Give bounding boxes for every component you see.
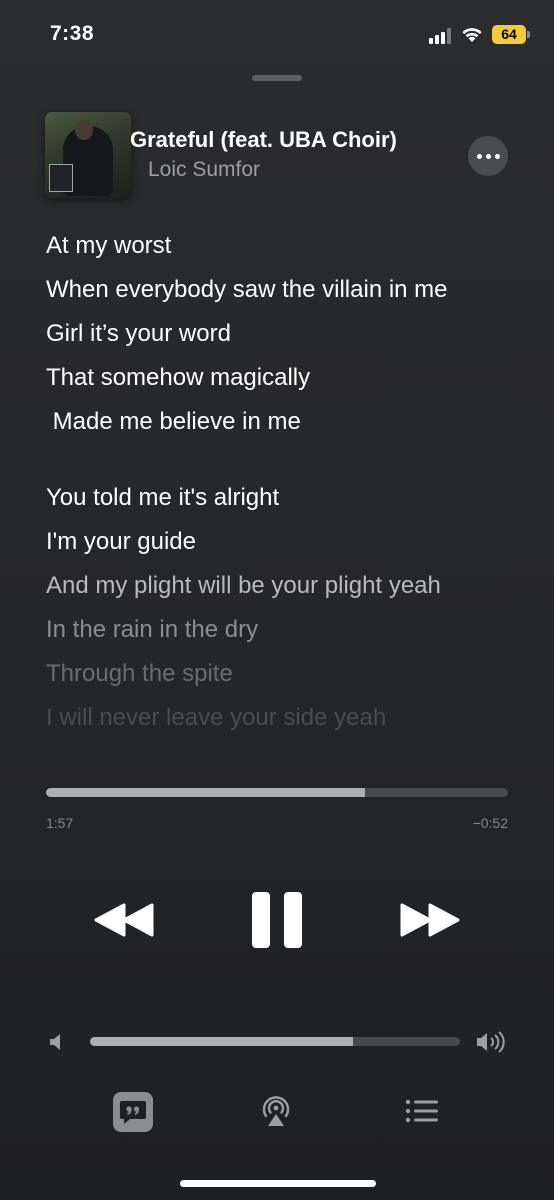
- artwork-cover-sign: [49, 164, 73, 192]
- speaker-low-icon: [50, 1034, 60, 1050]
- ellipsis-icon-dot: [476, 153, 482, 159]
- transport-controls: [0, 890, 554, 950]
- playback-progress-bar[interactable]: [46, 788, 508, 797]
- pause-icon: [284, 892, 302, 948]
- lyrics-view[interactable]: At my worst When everybody saw the villai…: [46, 230, 516, 746]
- status-time: 7:38: [50, 22, 95, 45]
- home-indicator[interactable]: [180, 1180, 376, 1187]
- volume-level-fill: [90, 1037, 353, 1046]
- more-button[interactable]: [468, 136, 508, 176]
- ellipsis-icon-dot: [485, 153, 491, 159]
- battery-indicator: 64: [492, 25, 530, 44]
- album-artwork[interactable]: [45, 112, 131, 198]
- volume-slider[interactable]: [90, 1037, 460, 1046]
- lyric-line[interactable]: When everybody saw the villain in me: [46, 274, 516, 306]
- artist-name[interactable]: Loic Sumfor: [148, 158, 260, 182]
- status-bar: 7:38 64: [0, 0, 554, 70]
- remaining-time: −0:52: [472, 815, 508, 831]
- song-title[interactable]: Grateful (feat. UBA Choir): [130, 127, 397, 153]
- lyric-line[interactable]: That somehow magically: [46, 362, 516, 394]
- cellular-signal-icon: [429, 28, 453, 44]
- playback-progress-fill: [46, 788, 365, 797]
- lyrics-button[interactable]: [113, 1092, 153, 1132]
- lyric-line[interactable]: Through the spite: [46, 658, 516, 690]
- fast-forward-icon: [400, 903, 460, 937]
- lyric-line[interactable]: Made me believe in me: [46, 406, 516, 438]
- lyrics-quote-icon: [120, 1101, 146, 1124]
- lyric-line[interactable]: Girl it’s your word: [46, 318, 516, 350]
- speaker-high-icon: [477, 1031, 505, 1053]
- elapsed-time: 1:57: [46, 815, 74, 831]
- rewind-button[interactable]: [92, 902, 156, 938]
- lyric-line[interactable]: You told me it's alright: [46, 482, 516, 514]
- lyric-line[interactable]: And my plight will be your plight yeah: [46, 570, 516, 602]
- airplay-icon[interactable]: [260, 1094, 292, 1128]
- lyric-line[interactable]: I will never leave your side yeah: [46, 702, 516, 734]
- pause-icon: [252, 892, 270, 948]
- stanza-gap: [46, 450, 516, 482]
- lyric-line[interactable]: At my worst: [46, 230, 516, 262]
- rewind-icon: [94, 903, 154, 937]
- queue-list-icon[interactable]: [405, 1098, 439, 1124]
- wifi-icon: [462, 28, 482, 42]
- fast-forward-button[interactable]: [398, 902, 462, 938]
- pause-button[interactable]: [252, 892, 302, 948]
- artwork-figure-head: [75, 120, 93, 140]
- lyric-line[interactable]: In the rain in the dry: [46, 614, 516, 646]
- lyric-line[interactable]: I'm your guide: [46, 526, 516, 558]
- ellipsis-icon-dot: [494, 153, 500, 159]
- sheet-grabber[interactable]: [252, 75, 302, 81]
